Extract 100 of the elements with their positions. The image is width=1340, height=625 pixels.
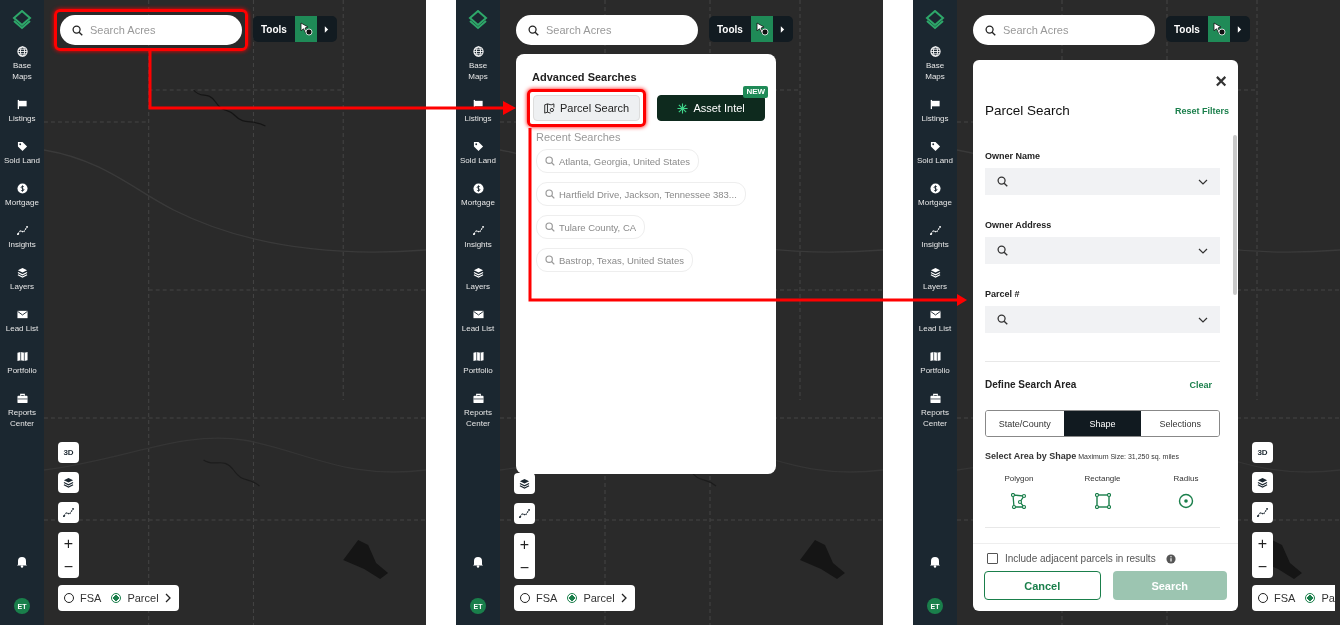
sidebar-item[interactable]: Sold Land xyxy=(0,141,44,166)
sidebar-item[interactable]: Mortgage xyxy=(0,183,44,208)
sidebar-item[interactable]: Lead List xyxy=(456,309,500,334)
sidebar-item[interactable]: Insights xyxy=(456,225,500,250)
layer-option[interactable]: FSA xyxy=(1258,592,1296,604)
search-field[interactable]: Search Acres xyxy=(973,15,1155,45)
sidebar-item[interactable]: Insights xyxy=(913,225,957,250)
zoom-in-button[interactable]: + xyxy=(1252,532,1273,555)
search-field[interactable]: Search Acres xyxy=(516,15,698,45)
shape-option[interactable]: Polygon xyxy=(989,474,1049,509)
chevron-down-icon xyxy=(1198,316,1208,323)
sidebar-item[interactable]: Base Maps xyxy=(0,46,44,82)
sidebar-item[interactable]: Reports Center xyxy=(456,393,500,429)
sidebar-item[interactable]: Sold Land xyxy=(456,141,500,166)
sidebar-item[interactable]: Listings xyxy=(0,99,44,124)
layers-button[interactable] xyxy=(514,473,535,494)
layer-option[interactable]: FSA xyxy=(520,592,558,604)
sidebar-item[interactable]: Base Maps xyxy=(913,46,957,82)
bell-icon[interactable] xyxy=(472,555,484,568)
sidebar-item[interactable]: Portfolio xyxy=(913,351,957,376)
insights-button[interactable] xyxy=(58,502,79,523)
cursor-tool-icon[interactable] xyxy=(750,16,773,42)
layer-option[interactable]: FSA xyxy=(64,592,102,604)
field-label: Parcel # xyxy=(985,289,1021,299)
search-field[interactable]: Search Acres xyxy=(60,15,242,45)
recent-search-chip[interactable]: Atlanta, Georgia, United States xyxy=(536,149,699,173)
sidebar-item[interactable]: Layers xyxy=(913,267,957,292)
parcel-search-button[interactable]: Parcel Search xyxy=(533,95,641,121)
envelope-icon xyxy=(16,309,28,320)
zoom-out-button[interactable]: − xyxy=(514,556,535,579)
envelope-icon xyxy=(472,309,484,320)
layer-option[interactable]: Parcel xyxy=(111,592,171,604)
zoom-in-button[interactable]: + xyxy=(58,532,79,555)
chevron-right-icon[interactable] xyxy=(620,593,627,603)
sidebar-item[interactable]: Layers xyxy=(0,267,44,292)
recent-search-chip[interactable]: Hartfield Drive, Jackson, Tennessee 383... xyxy=(536,182,746,206)
checkbox[interactable] xyxy=(987,553,998,564)
3d-button[interactable]: 3D xyxy=(1252,442,1273,463)
sidebar-item[interactable]: Listings xyxy=(456,99,500,124)
tag-icon xyxy=(929,141,941,152)
reset-filters-link[interactable]: Reset Filters xyxy=(1174,105,1229,116)
map-icon xyxy=(16,351,28,362)
select-field[interactable] xyxy=(985,237,1220,264)
search-icon xyxy=(545,222,555,232)
zoom-out-button[interactable]: − xyxy=(1252,555,1273,578)
field-label: Owner Name xyxy=(985,151,1042,161)
layer-option[interactable]: Parcel xyxy=(567,592,627,604)
bell-icon[interactable] xyxy=(16,555,28,568)
section-title: Advanced Searches xyxy=(532,71,638,83)
map-pin-icon xyxy=(544,102,555,114)
shape-option[interactable]: Radius xyxy=(1156,474,1216,509)
search-icon xyxy=(545,156,555,166)
sidebar-item[interactable]: Listings xyxy=(913,99,957,124)
zoom-out-button[interactable]: − xyxy=(58,555,79,578)
recent-search-chip[interactable]: Bastrop, Texas, United States xyxy=(536,248,693,272)
cursor-tool-icon[interactable] xyxy=(294,16,317,42)
sidebar-item[interactable]: Insights xyxy=(0,225,44,250)
sidebar-item[interactable]: Portfolio xyxy=(0,351,44,376)
cursor-tool-icon[interactable] xyxy=(1207,16,1230,42)
sidebar-item[interactable]: Mortgage xyxy=(456,183,500,208)
sidebar-item[interactable]: Lead List xyxy=(913,309,957,334)
sidebar-item[interactable]: Portfolio xyxy=(456,351,500,376)
clear-link[interactable]: Clear xyxy=(1189,379,1212,390)
radio-button[interactable] xyxy=(111,593,122,603)
dollar-icon xyxy=(472,183,484,194)
shape-option[interactable]: Rectangle xyxy=(1072,474,1133,509)
bell-icon[interactable] xyxy=(929,555,941,568)
trend-icon xyxy=(929,225,941,236)
3d-button[interactable]: 3D xyxy=(58,442,79,463)
radio-button[interactable] xyxy=(567,593,578,603)
scrollbar[interactable] xyxy=(1233,135,1237,295)
info-icon[interactable] xyxy=(1165,553,1176,564)
sidebar-item[interactable]: Base Maps xyxy=(456,46,500,82)
dollar-icon xyxy=(929,183,941,194)
cancel-button[interactable]: Cancel xyxy=(984,571,1101,600)
asset-intel-button[interactable]: Asset Intel xyxy=(657,95,766,121)
layer-option[interactable]: Pa xyxy=(1305,592,1335,604)
layer-label: FSA xyxy=(536,592,558,604)
sidebar-item[interactable]: Reports Center xyxy=(913,393,957,429)
segment-tab[interactable]: Shape xyxy=(1063,411,1142,436)
briefcase-icon xyxy=(929,393,941,404)
layer-label: Parcel xyxy=(583,592,615,604)
chevron-right-icon[interactable] xyxy=(164,593,171,603)
layers-button[interactable] xyxy=(58,472,79,493)
insights-button[interactable] xyxy=(514,503,535,524)
sidebar-item[interactable]: Sold Land xyxy=(913,141,957,166)
sidebar-item[interactable]: Reports Center xyxy=(0,393,44,429)
insights-button[interactable] xyxy=(1252,502,1273,523)
sidebar-item[interactable]: Lead List xyxy=(0,309,44,334)
zoom-in-button[interactable]: + xyxy=(514,533,535,556)
layers-button[interactable] xyxy=(1252,472,1273,493)
section-title: Recent Searches xyxy=(535,131,622,143)
close-button[interactable]: × xyxy=(1215,71,1227,91)
select-field[interactable] xyxy=(985,168,1220,195)
recent-search-chip[interactable]: Tulare County, CA xyxy=(536,215,646,239)
envelope-icon xyxy=(929,309,941,320)
radio-button[interactable] xyxy=(1305,593,1316,603)
sidebar-item[interactable]: Mortgage xyxy=(913,183,957,208)
sidebar-item[interactable]: Layers xyxy=(456,267,500,292)
select-field[interactable] xyxy=(985,306,1220,333)
